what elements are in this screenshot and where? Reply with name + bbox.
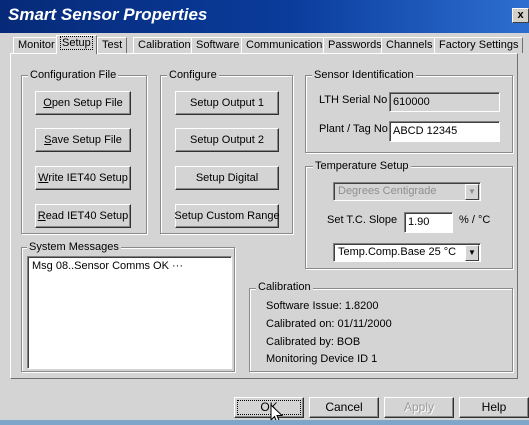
ok-button[interactable]: OK: [234, 397, 304, 418]
monitoring-device-text: Monitoring Device ID 1: [266, 353, 378, 365]
close-button[interactable]: x: [512, 8, 529, 23]
temp-comp-base-value: Temp.Comp.Base 25 °C: [338, 246, 457, 258]
tab-channels[interactable]: Channels: [381, 37, 438, 53]
save-setup-file-label: Save Setup File: [44, 134, 122, 146]
setup-output-1-button[interactable]: Setup Output 1: [175, 91, 279, 115]
calibrated-on-text: Calibrated on: 01/11/2000: [266, 318, 392, 330]
close-icon: x: [517, 9, 524, 21]
tab-monitor[interactable]: Monitor: [13, 37, 60, 53]
open-setup-file-label: Open Setup File: [43, 97, 123, 109]
desktop-edge: [0, 420, 529, 425]
temperature-units-select: Degrees Centigrade ▼: [333, 182, 481, 201]
system-messages-list[interactable]: Msg 08..Sensor Comms OK ···: [27, 256, 232, 369]
tab-calibration[interactable]: Calibration: [133, 37, 196, 53]
write-iet40-setup-label: Write IET40 Setup: [38, 172, 128, 184]
save-setup-file-button[interactable]: Save Setup File: [35, 128, 131, 152]
tab-factory-settings[interactable]: Factory Settings: [434, 37, 524, 53]
software-issue-text: Software Issue: 1.8200: [266, 300, 379, 312]
chevron-down-icon[interactable]: ▼: [465, 245, 479, 261]
tab-setup-label: Setup: [60, 36, 93, 50]
temp-comp-base-select[interactable]: Temp.Comp.Base 25 °C ▼: [333, 243, 481, 262]
tab-communications[interactable]: Communications: [241, 37, 333, 53]
tab-passwords[interactable]: Passwords: [323, 37, 387, 53]
tab-software[interactable]: Software: [191, 37, 245, 53]
calibration-legend: Calibration: [256, 281, 313, 294]
tc-slope-unit: % / °C: [459, 214, 491, 226]
setup-digital-label: Setup Digital: [195, 172, 259, 184]
setup-digital-button[interactable]: Setup Digital: [175, 166, 279, 190]
lth-serial-label: LTH Serial No: [319, 94, 388, 106]
configure-legend: Configure: [167, 69, 219, 82]
sensor-identification-legend: Sensor Identification: [312, 69, 416, 82]
plant-tag-input[interactable]: ABCD 12345: [389, 121, 500, 142]
tab-setup[interactable]: Setup: [56, 35, 97, 54]
plant-tag-label: Plant / Tag No: [319, 123, 388, 135]
setup-output-2-label: Setup Output 2: [190, 134, 264, 146]
system-messages-legend: System Messages: [27, 241, 121, 254]
tab-test[interactable]: Test: [97, 37, 128, 53]
read-iet40-setup-label: Read IET40 Setup: [37, 210, 129, 222]
temperature-units-value: Degrees Centigrade: [338, 185, 437, 197]
open-setup-file-button[interactable]: Open Setup File: [35, 91, 131, 115]
setup-custom-range-label: Setup Custom Range: [174, 210, 280, 222]
list-item[interactable]: Msg 08..Sensor Comms OK ···: [32, 260, 227, 272]
setup-output-1-label: Setup Output 1: [190, 97, 264, 109]
help-button[interactable]: Help: [459, 397, 529, 418]
tc-slope-label: Set T.C. Slope: [327, 214, 398, 226]
apply-button: Apply: [384, 397, 454, 418]
read-iet40-setup-button[interactable]: Read IET40 Setup: [35, 204, 131, 228]
setup-custom-range-button[interactable]: Setup Custom Range: [174, 204, 280, 228]
calibrated-by-text: Calibrated by: BOB: [266, 336, 361, 348]
write-iet40-setup-button[interactable]: Write IET40 Setup: [35, 166, 131, 190]
chevron-down-icon: ▼: [465, 184, 479, 200]
setup-output-2-button[interactable]: Setup Output 2: [175, 128, 279, 152]
configuration-file-legend: Configuration File: [28, 69, 119, 82]
tc-slope-input[interactable]: 1.90: [404, 212, 453, 233]
cancel-button[interactable]: Cancel: [309, 397, 379, 418]
temperature-setup-legend: Temperature Setup: [313, 160, 411, 173]
lth-serial-field: 610000: [389, 92, 500, 112]
window-title: Smart Sensor Properties: [8, 5, 208, 24]
